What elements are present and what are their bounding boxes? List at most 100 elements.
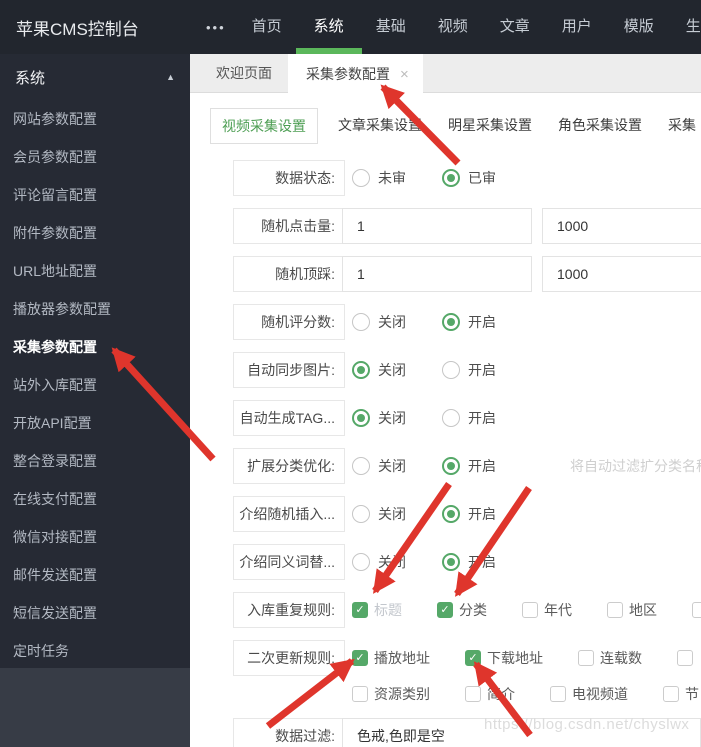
radio-circle-icon <box>442 313 460 331</box>
random-updown-max-input[interactable] <box>542 256 701 292</box>
collapse-caret-icon: ▲ <box>166 72 175 82</box>
cms-admin-window: 苹果CMS控制台 ••• 首页 系统 基础 视频 文章 用户 模版 生成 系统 … <box>0 0 701 747</box>
checkbox-icon <box>677 650 693 666</box>
radio-on[interactable]: 开启 <box>442 456 496 476</box>
checkbox-area[interactable]: 地区 <box>607 600 657 620</box>
checkbox-year[interactable]: 年代 <box>522 600 572 620</box>
field-label: 二次更新规则: <box>233 640 345 676</box>
sidebar-item-player-params[interactable]: 播放器参数配置 <box>0 290 190 328</box>
checkbox-brief[interactable]: 简介 <box>465 684 515 704</box>
sidebar-item-sms-send[interactable]: 短信发送配置 <box>0 594 190 632</box>
checkbox-cut[interactable] <box>692 602 701 618</box>
more-menu-icon[interactable]: ••• <box>206 20 226 35</box>
nav-generate[interactable]: 生成 <box>686 0 701 54</box>
subtab-star-collect[interactable]: 明星采集设置 <box>442 108 538 144</box>
random-clicks-min-input[interactable] <box>342 208 532 244</box>
checkbox-icon <box>437 602 453 618</box>
close-icon[interactable]: × <box>400 55 409 94</box>
sidebar-item-attachment-params[interactable]: 附件参数配置 <box>0 214 190 252</box>
sidebar-item-email-send[interactable]: 邮件发送配置 <box>0 556 190 594</box>
checkbox-icon <box>550 686 566 702</box>
app-title: 苹果CMS控制台 <box>16 19 139 39</box>
sidebar-item-online-payment[interactable]: 在线支付配置 <box>0 480 190 518</box>
radio-off[interactable]: 关闭 <box>352 360 406 380</box>
checkbox-serial-count[interactable]: 连载数 <box>578 648 642 668</box>
radio-on[interactable]: 开启 <box>442 504 496 524</box>
radio-off[interactable]: 关闭 <box>352 504 406 524</box>
field-label: 数据过滤: <box>233 718 345 747</box>
radio-off[interactable]: 关闭 <box>352 408 406 428</box>
sidebar-item-collect-params[interactable]: 采集参数配置 <box>0 328 190 366</box>
field-label: 介绍同义词替... <box>233 544 345 580</box>
sidebar-item-open-api[interactable]: 开放API配置 <box>0 404 190 442</box>
radio-circle-icon <box>352 553 370 571</box>
checkbox-icon <box>352 650 368 666</box>
radio-off[interactable]: 关闭 <box>352 456 406 476</box>
sidebar-item-wechat-integration[interactable]: 微信对接配置 <box>0 518 190 556</box>
checkbox-icon <box>465 686 481 702</box>
form-row-auto-tag: 自动生成TAG... 关闭 开启 <box>233 400 701 436</box>
collect-settings-tabs: 视频采集设置 文章采集设置 明星采集设置 角色采集设置 采集 <box>210 107 701 144</box>
nav-basic[interactable]: 基础 <box>376 0 406 54</box>
form-row-random-clicks: 随机点击量: <box>233 208 701 244</box>
radio-circle-icon <box>352 457 370 475</box>
subtab-video-collect[interactable]: 视频采集设置 <box>210 107 318 144</box>
checkbox-title[interactable]: 标题 <box>352 600 402 620</box>
sidebar-item-integrated-login[interactable]: 整合登录配置 <box>0 442 190 480</box>
sidebar-item-member-params[interactable]: 会员参数配置 <box>0 138 190 176</box>
sidebar-section-system[interactable]: 系统 ▲ <box>0 54 190 100</box>
nav-system[interactable]: 系统 <box>295 0 362 54</box>
sidebar-item-external-import[interactable]: 站外入库配置 <box>0 366 190 404</box>
radio-circle-icon <box>352 409 370 427</box>
secondary-update-line-2: 资源类别 简介 电视频道 节 <box>352 682 701 706</box>
checkbox-program-cut[interactable]: 节 <box>663 684 699 704</box>
random-updown-min-input[interactable] <box>342 256 532 292</box>
field-label: 入库重复规则: <box>233 592 345 628</box>
sidebar-footer <box>0 668 190 747</box>
sidebar-item-cron-task[interactable]: 定时任务 <box>0 632 190 670</box>
radio-circle-icon <box>442 409 460 427</box>
secondary-update-line-1: 播放地址 下载地址 连载数 <box>352 640 701 676</box>
radio-circle-icon <box>352 361 370 379</box>
subtab-role-collect[interactable]: 角色采集设置 <box>552 108 648 144</box>
checkbox-category[interactable]: 分类 <box>437 600 487 620</box>
sidebar-item-comment-message[interactable]: 评论留言配置 <box>0 176 190 214</box>
radio-on[interactable]: 开启 <box>442 408 496 428</box>
main-content: 欢迎页面 采集参数配置 × 视频采集设置 文章采集设置 明星采集设置 角色采集设… <box>190 54 701 747</box>
nav-home[interactable]: 首页 <box>252 0 282 54</box>
radio-on[interactable]: 开启 <box>442 552 496 572</box>
radio-on[interactable]: 开启 <box>442 312 496 332</box>
nav-template[interactable]: 模版 <box>624 0 654 54</box>
sidebar-menu: 网站参数配置 会员参数配置 评论留言配置 附件参数配置 URL地址配置 播放器参… <box>0 100 190 670</box>
checkbox-cut[interactable] <box>677 650 699 666</box>
tab-collect-params[interactable]: 采集参数配置 × <box>288 54 423 94</box>
radio-unaudited[interactable]: 未审 <box>352 168 406 188</box>
subtab-article-collect[interactable]: 文章采集设置 <box>332 108 428 144</box>
radio-circle-icon <box>352 169 370 187</box>
radio-off[interactable]: 关闭 <box>352 312 406 332</box>
radio-on[interactable]: 开启 <box>442 360 496 380</box>
data-filter-input[interactable] <box>342 718 701 747</box>
sidebar-section-label: 系统 <box>15 69 46 87</box>
nav-user[interactable]: 用户 <box>562 0 592 54</box>
tab-welcome[interactable]: 欢迎页面 <box>200 54 288 92</box>
sidebar-item-url-address[interactable]: URL地址配置 <box>0 252 190 290</box>
radio-circle-icon <box>442 553 460 571</box>
radio-off[interactable]: 关闭 <box>352 552 406 572</box>
sidebar: 系统 ▲ 网站参数配置 会员参数配置 评论留言配置 附件参数配置 URL地址配置… <box>0 54 190 747</box>
nav-article[interactable]: 文章 <box>500 0 530 54</box>
checkbox-play-url[interactable]: 播放地址 <box>352 648 430 668</box>
form-row-random-score: 随机评分数: 关闭 开启 <box>233 304 701 340</box>
field-label: 自动生成TAG... <box>233 400 345 436</box>
checkbox-download-url[interactable]: 下载地址 <box>465 648 543 668</box>
checkbox-resource-type[interactable]: 资源类别 <box>352 684 430 704</box>
radio-audited[interactable]: 已审 <box>442 168 496 188</box>
nav-video[interactable]: 视频 <box>438 0 468 54</box>
checkbox-icon <box>352 686 368 702</box>
radio-circle-icon <box>352 505 370 523</box>
checkbox-tv-channel[interactable]: 电视频道 <box>550 684 628 704</box>
radio-circle-icon <box>352 313 370 331</box>
random-clicks-max-input[interactable] <box>542 208 701 244</box>
sidebar-item-website-params[interactable]: 网站参数配置 <box>0 100 190 138</box>
subtab-collect-cut[interactable]: 采集 <box>662 108 701 144</box>
